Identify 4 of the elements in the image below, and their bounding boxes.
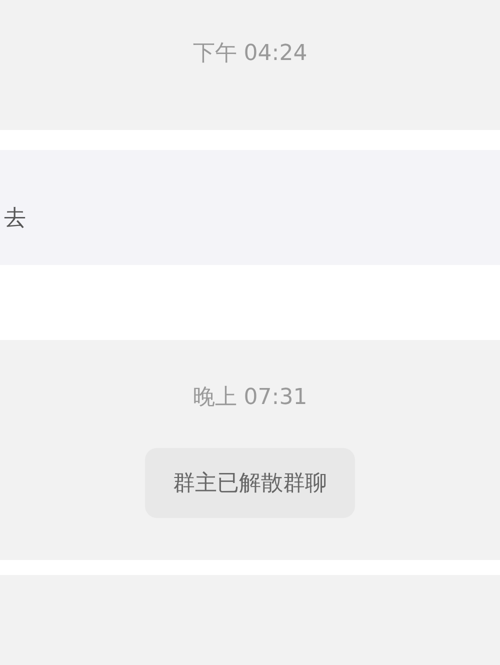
system-notice: 群主已解散群聊 xyxy=(145,448,355,518)
timestamp: 下午 04:24 xyxy=(192,40,308,68)
message-text: 去 xyxy=(4,204,26,232)
timestamp: 晚上 07:31 xyxy=(192,384,308,412)
